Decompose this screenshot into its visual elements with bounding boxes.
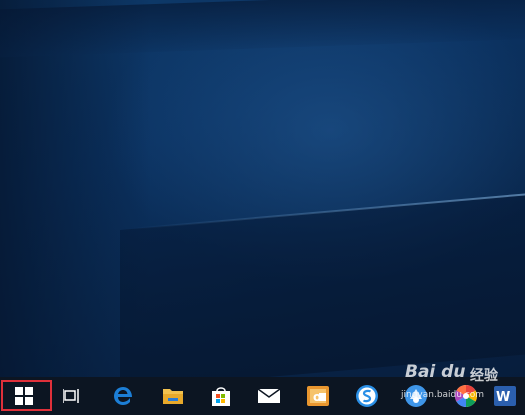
outlook-icon: o (307, 386, 329, 406)
sogou-browser-button[interactable] (344, 377, 390, 415)
edge-icon (114, 387, 132, 405)
outlook-button[interactable]: o (295, 377, 341, 415)
watermark-url: jingyan.baidu.com (401, 390, 485, 400)
file-explorer-button[interactable] (150, 377, 196, 415)
store-icon (212, 387, 230, 406)
mail-icon (257, 388, 281, 403)
baidu-jingyan-watermark: Bai du 经验 jingyan.baidu.com (401, 352, 523, 412)
sogou-s-icon (356, 385, 378, 407)
jingyan-brand-text: 经验 (470, 368, 498, 384)
baidu-logo-text: Bai du (405, 362, 466, 382)
edge-button[interactable] (100, 377, 146, 415)
wallpaper-beam-bottom (120, 189, 525, 377)
folder-icon (163, 389, 183, 404)
start-button-highlight (1, 380, 52, 411)
mail-button[interactable] (246, 377, 292, 415)
task-view-button[interactable] (49, 377, 95, 415)
wallpaper-beam-top (0, 0, 525, 59)
task-view-icon (63, 389, 79, 403)
store-button[interactable] (198, 377, 244, 415)
desktop-wallpaper (0, 0, 525, 377)
